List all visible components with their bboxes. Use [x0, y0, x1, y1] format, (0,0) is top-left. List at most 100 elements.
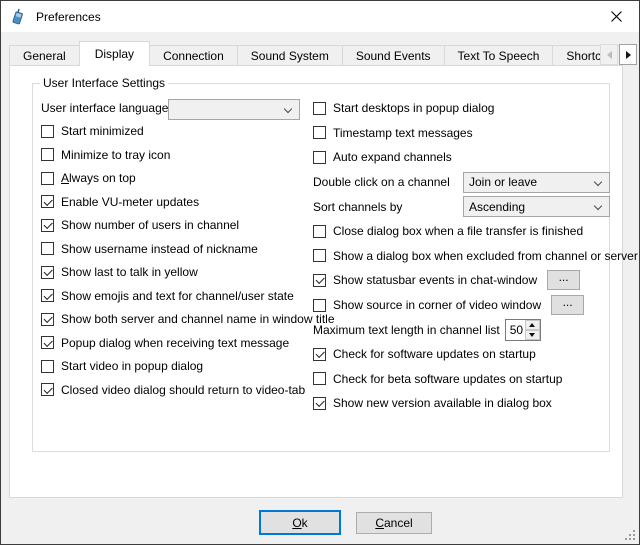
cancel-button[interactable]: Cancel [356, 512, 432, 534]
language-label: User interface language [41, 101, 168, 115]
checkbox-label: Start minimized [61, 124, 144, 138]
title-bar: Preferences [1, 1, 639, 32]
tab-display[interactable]: Display [79, 41, 150, 66]
checkbox-emojis[interactable]: Show emojis and text for channel/user st… [41, 284, 313, 308]
tab-scroll-left-button[interactable] [600, 44, 618, 65]
double-click-select-value: Join or leave [469, 175, 537, 189]
tab-bar: General Display Connection Sound System … [9, 41, 623, 66]
tab-scroll-right-button[interactable] [619, 44, 637, 65]
spinner-value: 50 [506, 320, 525, 340]
user-interface-settings-group: User Interface Settings User interface l… [32, 83, 610, 452]
checkbox-label: Close dialog box when a file transfer is… [333, 224, 583, 238]
checkbox-label: Show statusbar events in chat-window [333, 273, 537, 287]
checkbox[interactable] [313, 102, 326, 115]
checkbox-label: Auto expand channels [333, 150, 452, 164]
chevron-down-icon [594, 177, 602, 185]
ok-button[interactable]: Ok [259, 510, 341, 535]
tab-general[interactable]: General [9, 45, 80, 66]
checkbox-check-updates[interactable]: Check for software updates on startup [313, 342, 609, 367]
checkbox[interactable] [41, 313, 54, 326]
checkbox-new-version-dialog[interactable]: Show new version available in dialog box [313, 391, 609, 416]
checkbox[interactable] [41, 219, 54, 232]
spin-up-button[interactable] [525, 320, 540, 330]
chevron-down-icon [594, 202, 602, 210]
tab-sound-system[interactable]: Sound System [237, 45, 343, 66]
checkbox[interactable] [41, 336, 54, 349]
checkbox[interactable] [313, 299, 326, 312]
spin-down-button[interactable] [525, 330, 540, 340]
max-text-length-row: Maximum text length in channel list 50 [313, 317, 609, 342]
checkbox-label: Minimize to tray icon [61, 148, 170, 162]
language-row: User interface language [41, 96, 313, 120]
checkbox-label: Show new version available in dialog box [333, 396, 552, 410]
checkbox[interactable] [313, 151, 326, 164]
checkbox[interactable] [41, 266, 54, 279]
resize-grip[interactable] [623, 528, 636, 541]
checkbox-label: Check for software updates on startup [333, 347, 536, 361]
checkbox-label: Show number of users in channel [61, 218, 239, 232]
sort-channels-select[interactable]: Ascending [463, 196, 610, 217]
sort-channels-select-value: Ascending [469, 200, 525, 214]
checkbox-vu-meter[interactable]: Enable VU-meter updates [41, 190, 313, 214]
checkbox[interactable] [313, 249, 326, 262]
checkbox[interactable] [313, 348, 326, 361]
preferences-dialog: Preferences General Display Connection S… [0, 0, 640, 545]
checkbox-label: Show username instead of nickname [61, 242, 258, 256]
checkbox-label: Closed video dialog should return to vid… [61, 383, 305, 397]
checkbox[interactable] [41, 242, 54, 255]
checkbox[interactable] [313, 274, 326, 287]
close-icon [611, 11, 622, 22]
checkbox[interactable] [41, 195, 54, 208]
checkbox[interactable] [41, 148, 54, 161]
checkbox-server-channel-title[interactable]: Show both server and channel name in win… [41, 308, 313, 332]
checkbox-minimize-to-tray[interactable]: Minimize to tray icon [41, 143, 313, 167]
checkbox[interactable] [41, 383, 54, 396]
checkbox-label: Show emojis and text for channel/user st… [61, 289, 294, 303]
max-text-length-spinner[interactable]: 50 [505, 319, 541, 341]
checkbox[interactable] [41, 289, 54, 302]
arrow-down-icon [529, 333, 535, 337]
checkbox-label: Popup dialog when receiving text message [61, 336, 289, 350]
checkbox-check-beta-updates[interactable]: Check for beta software updates on start… [313, 367, 609, 392]
checkbox-label: Show source in corner of video window [333, 298, 541, 312]
checkbox-show-user-count[interactable]: Show number of users in channel [41, 214, 313, 238]
checkbox-start-minimized[interactable]: Start minimized [41, 120, 313, 144]
video-source-options-button[interactable]: ... [551, 295, 584, 315]
tab-connection[interactable]: Connection [149, 45, 238, 66]
checkbox[interactable] [313, 397, 326, 410]
close-button[interactable] [594, 1, 639, 31]
checkbox[interactable] [313, 372, 326, 385]
checkbox[interactable] [313, 126, 326, 139]
checkbox-video-source-corner[interactable]: Show source in corner of video window ..… [313, 293, 609, 318]
checkbox-auto-expand[interactable]: Auto expand channels [313, 145, 609, 170]
checkbox-label: Always on top [61, 171, 136, 185]
checkbox[interactable] [41, 172, 54, 185]
checkbox-excluded-dialog[interactable]: Show a dialog box when excluded from cha… [313, 244, 609, 269]
checkbox-last-to-talk[interactable]: Show last to talk in yellow [41, 261, 313, 285]
sort-channels-label: Sort channels by [313, 200, 463, 214]
max-text-length-label: Maximum text length in channel list [313, 323, 500, 337]
checkbox-desktops-popup[interactable]: Start desktops in popup dialog [313, 96, 609, 121]
tab-text-to-speech[interactable]: Text To Speech [444, 45, 554, 66]
checkbox-show-username[interactable]: Show username instead of nickname [41, 237, 313, 261]
checkbox[interactable] [41, 360, 54, 373]
checkbox-statusbar-events[interactable]: Show statusbar events in chat-window ... [313, 268, 609, 293]
checkbox[interactable] [41, 125, 54, 138]
checkbox-timestamp[interactable]: Timestamp text messages [313, 121, 609, 146]
window-title: Preferences [36, 10, 101, 24]
checkbox-video-popup[interactable]: Start video in popup dialog [41, 355, 313, 379]
checkbox-popup-text-message[interactable]: Popup dialog when receiving text message [41, 331, 313, 355]
checkbox-label: Start desktops in popup dialog [333, 101, 494, 115]
checkbox-label: Show both server and channel name in win… [61, 312, 335, 326]
checkbox-closed-video-return[interactable]: Closed video dialog should return to vid… [41, 378, 313, 402]
display-tab-page: User Interface Settings User interface l… [9, 65, 623, 498]
checkbox-always-on-top[interactable]: Always on top [41, 167, 313, 191]
checkbox-close-on-transfer[interactable]: Close dialog box when a file transfer is… [313, 219, 609, 244]
checkbox[interactable] [313, 225, 326, 238]
statusbar-events-options-button[interactable]: ... [547, 270, 580, 290]
tab-sound-events[interactable]: Sound Events [342, 45, 445, 66]
double-click-select[interactable]: Join or leave [463, 172, 610, 193]
right-column: Start desktops in popup dialog Timestamp… [313, 96, 609, 416]
checkbox-label: Check for beta software updates on start… [333, 372, 562, 386]
double-click-row: Double click on a channel Join or leave [313, 170, 609, 195]
